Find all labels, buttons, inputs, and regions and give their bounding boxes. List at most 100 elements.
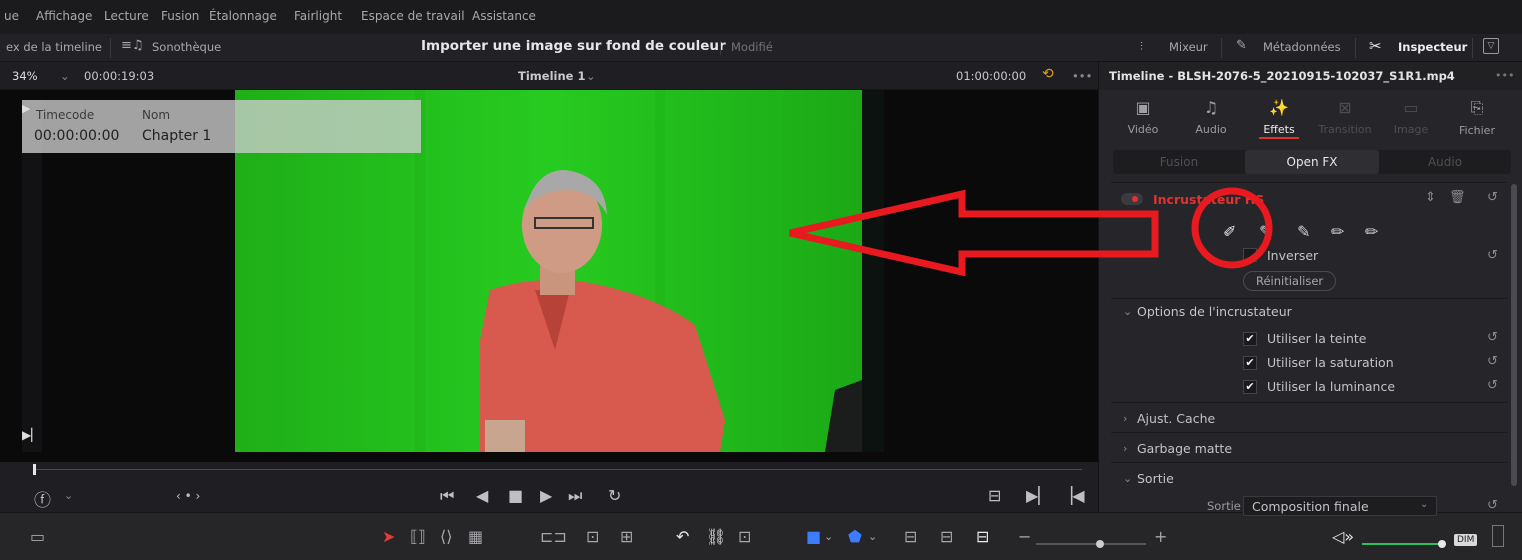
go-to-end-icon[interactable]: ⏭	[568, 486, 582, 506]
reset-hue-icon[interactable]: ↺	[1487, 330, 1498, 345]
mask-adjust-header[interactable]: Ajust. Cache	[1137, 411, 1215, 426]
volume-slider[interactable]	[1362, 543, 1442, 545]
chevron-right-icon[interactable]: ›	[1123, 442, 1127, 455]
effect-name[interactable]: Incrustateur HS	[1153, 192, 1264, 207]
reset-invert-icon[interactable]: ↺	[1487, 248, 1498, 263]
use-hue-checkbox[interactable]: ✔	[1243, 332, 1257, 346]
marker-icon[interactable]: ⬟	[848, 527, 862, 546]
timeline-view-icon[interactable]: ▭	[30, 527, 45, 546]
tab-transition[interactable]: ⊠ Transition	[1313, 98, 1377, 136]
edge-plus-icon[interactable]: ✏	[1365, 222, 1378, 241]
zoom-level[interactable]: 34%	[12, 69, 38, 83]
snapping-icon[interactable]: ↶	[676, 527, 689, 546]
output-select[interactable]: Composition finale ⌄	[1243, 496, 1437, 516]
play-reverse-icon[interactable]: ◀	[476, 486, 488, 505]
viewer-options-icon[interactable]: •••	[1072, 69, 1092, 83]
go-to-start-icon[interactable]: ⏮	[440, 486, 454, 506]
loop-icon[interactable]: ↻	[608, 486, 621, 505]
keyframe-nav-icon[interactable]: ‹ • ›	[176, 489, 200, 503]
end-marker-icon[interactable]: ▶▏	[22, 428, 40, 442]
menu-item-help[interactable]: Assistance	[472, 9, 536, 23]
tab-image[interactable]: ▭ Image	[1379, 98, 1443, 136]
fx-icon[interactable]: ⓕ	[34, 486, 51, 511]
tab-audio[interactable]: ♫ Audio	[1179, 98, 1243, 136]
sync-icon[interactable]: ⟲	[1042, 66, 1054, 82]
inspector-options-icon[interactable]: •••	[1495, 69, 1514, 82]
reset-saturation-icon[interactable]: ↺	[1487, 354, 1498, 369]
zoom-out-icon[interactable]: −	[1018, 527, 1031, 546]
picker-minus-icon[interactable]: ✎	[1259, 222, 1272, 241]
blade-tool-icon[interactable]: ▦	[468, 527, 483, 546]
zoom-dropdown-icon[interactable]: ⌄	[60, 69, 70, 83]
garbage-matte-header[interactable]: Garbage matte	[1137, 441, 1232, 456]
flag-icon[interactable]: ■	[806, 527, 821, 546]
sound-library-button[interactable]: Sonothèque	[152, 40, 221, 54]
menu-item-workspace[interactable]: Espace de travail	[361, 9, 465, 23]
chevron-down-icon[interactable]: ⌄	[1123, 305, 1132, 318]
timeline-dropdown-icon[interactable]: ⌄	[586, 69, 596, 83]
fx-dropdown-icon[interactable]: ⌄	[64, 489, 73, 502]
dynamic-trim-icon[interactable]: ⟨⟩	[440, 527, 452, 546]
play-icon[interactable]: ▶	[540, 486, 552, 505]
link-icon[interactable]: ⛓	[706, 527, 726, 546]
marker-dropdown-icon[interactable]: ⌄	[868, 530, 877, 543]
playhead[interactable]	[33, 464, 36, 475]
timeline-index-tab[interactable]: ex de la timeline	[6, 40, 102, 54]
reset-effect-icon[interactable]: ↺	[1487, 190, 1498, 205]
lock-icon[interactable]: ⊡	[738, 527, 751, 546]
flag-dropdown-icon[interactable]: ⌄	[824, 530, 833, 543]
menu-item-fusion[interactable]: Fusion	[161, 9, 199, 23]
subtab-open-fx[interactable]: Open FX	[1245, 150, 1379, 174]
effect-enable-toggle[interactable]	[1121, 193, 1143, 205]
chevron-down-icon[interactable]: ⌄	[1123, 472, 1132, 485]
use-saturation-checkbox[interactable]: ✔	[1243, 356, 1257, 370]
next-edit-icon[interactable]: ▶▏	[1026, 486, 1051, 505]
eyedropper-icon[interactable]: ✐	[1223, 222, 1236, 241]
reset-output-icon[interactable]: ↺	[1487, 498, 1498, 513]
volume-slider-handle[interactable]	[1438, 540, 1446, 548]
replace-clip-icon[interactable]: ⊞	[620, 527, 633, 546]
menu-item-color[interactable]: Étalonnage	[209, 9, 277, 23]
reset-luminance-icon[interactable]: ↺	[1487, 378, 1498, 393]
delete-icon[interactable]: 🗑	[1449, 190, 1466, 205]
metadata-button[interactable]: Métadonnées	[1263, 40, 1341, 54]
subtab-audio[interactable]: Audio	[1379, 150, 1511, 174]
picker-plus-icon[interactable]: ✎	[1297, 222, 1310, 241]
menu-item-fairlight[interactable]: Fairlight	[294, 9, 342, 23]
video-viewer[interactable]: Timecode Nom 00:00:00:00 Chapter 1 ▶ ▶▏	[0, 90, 1098, 462]
tab-file[interactable]: ⎘ Fichier	[1445, 98, 1509, 137]
previous-edit-icon[interactable]: ▕◀	[1060, 486, 1085, 505]
zoom-full-icon[interactable]: ⊟	[904, 527, 917, 546]
volume-icon[interactable]: ◁»	[1332, 527, 1354, 546]
subtab-fusion[interactable]: Fusion	[1113, 150, 1245, 174]
zoom-in-icon[interactable]: +	[1154, 527, 1167, 546]
scrub-bar[interactable]	[34, 469, 1082, 470]
timeline-name[interactable]: Timeline 1	[518, 69, 585, 83]
zoom-slider-handle[interactable]	[1096, 540, 1104, 548]
inspector-scrollbar[interactable]	[1511, 184, 1517, 486]
effect-reorder-icon[interactable]: ⇕	[1425, 190, 1436, 205]
zoom-custom-icon[interactable]: ⊟	[976, 527, 989, 546]
menu-item-view[interactable]: Affichage	[36, 9, 92, 23]
menu-item-workspace-partial[interactable]: ue	[4, 9, 19, 23]
dim-button[interactable]: DIM	[1454, 534, 1478, 546]
match-frame-icon[interactable]: ⊟	[988, 486, 1001, 505]
chevron-right-icon[interactable]: ›	[1123, 412, 1127, 425]
tab-video[interactable]: ▣ Vidéo	[1111, 98, 1175, 136]
keyer-options-header[interactable]: Options de l'incrustateur	[1137, 304, 1292, 319]
collapse-chevron-icon[interactable]: ▽	[1483, 38, 1499, 54]
insert-clip-icon[interactable]: ⊏⊐	[540, 527, 567, 546]
inspector-button[interactable]: Inspecteur	[1398, 40, 1467, 54]
reset-button[interactable]: Réinitialiser	[1243, 271, 1337, 291]
zoom-slider-track[interactable]	[1036, 543, 1146, 545]
zoom-detail-icon[interactable]: ⊟	[940, 527, 953, 546]
edge-minus-icon[interactable]: ✏	[1331, 222, 1344, 241]
output-header[interactable]: Sortie	[1137, 471, 1174, 486]
use-luminance-checkbox[interactable]: ✔	[1243, 380, 1257, 394]
stop-icon[interactable]: ■	[508, 486, 523, 505]
tab-effects[interactable]: ✨ Effets	[1247, 98, 1311, 139]
menu-item-playback[interactable]: Lecture	[104, 9, 149, 23]
invert-checkbox[interactable]	[1243, 248, 1257, 262]
mixer-button[interactable]: Mixeur	[1169, 40, 1208, 54]
overwrite-clip-icon[interactable]: ⊡	[586, 527, 599, 546]
